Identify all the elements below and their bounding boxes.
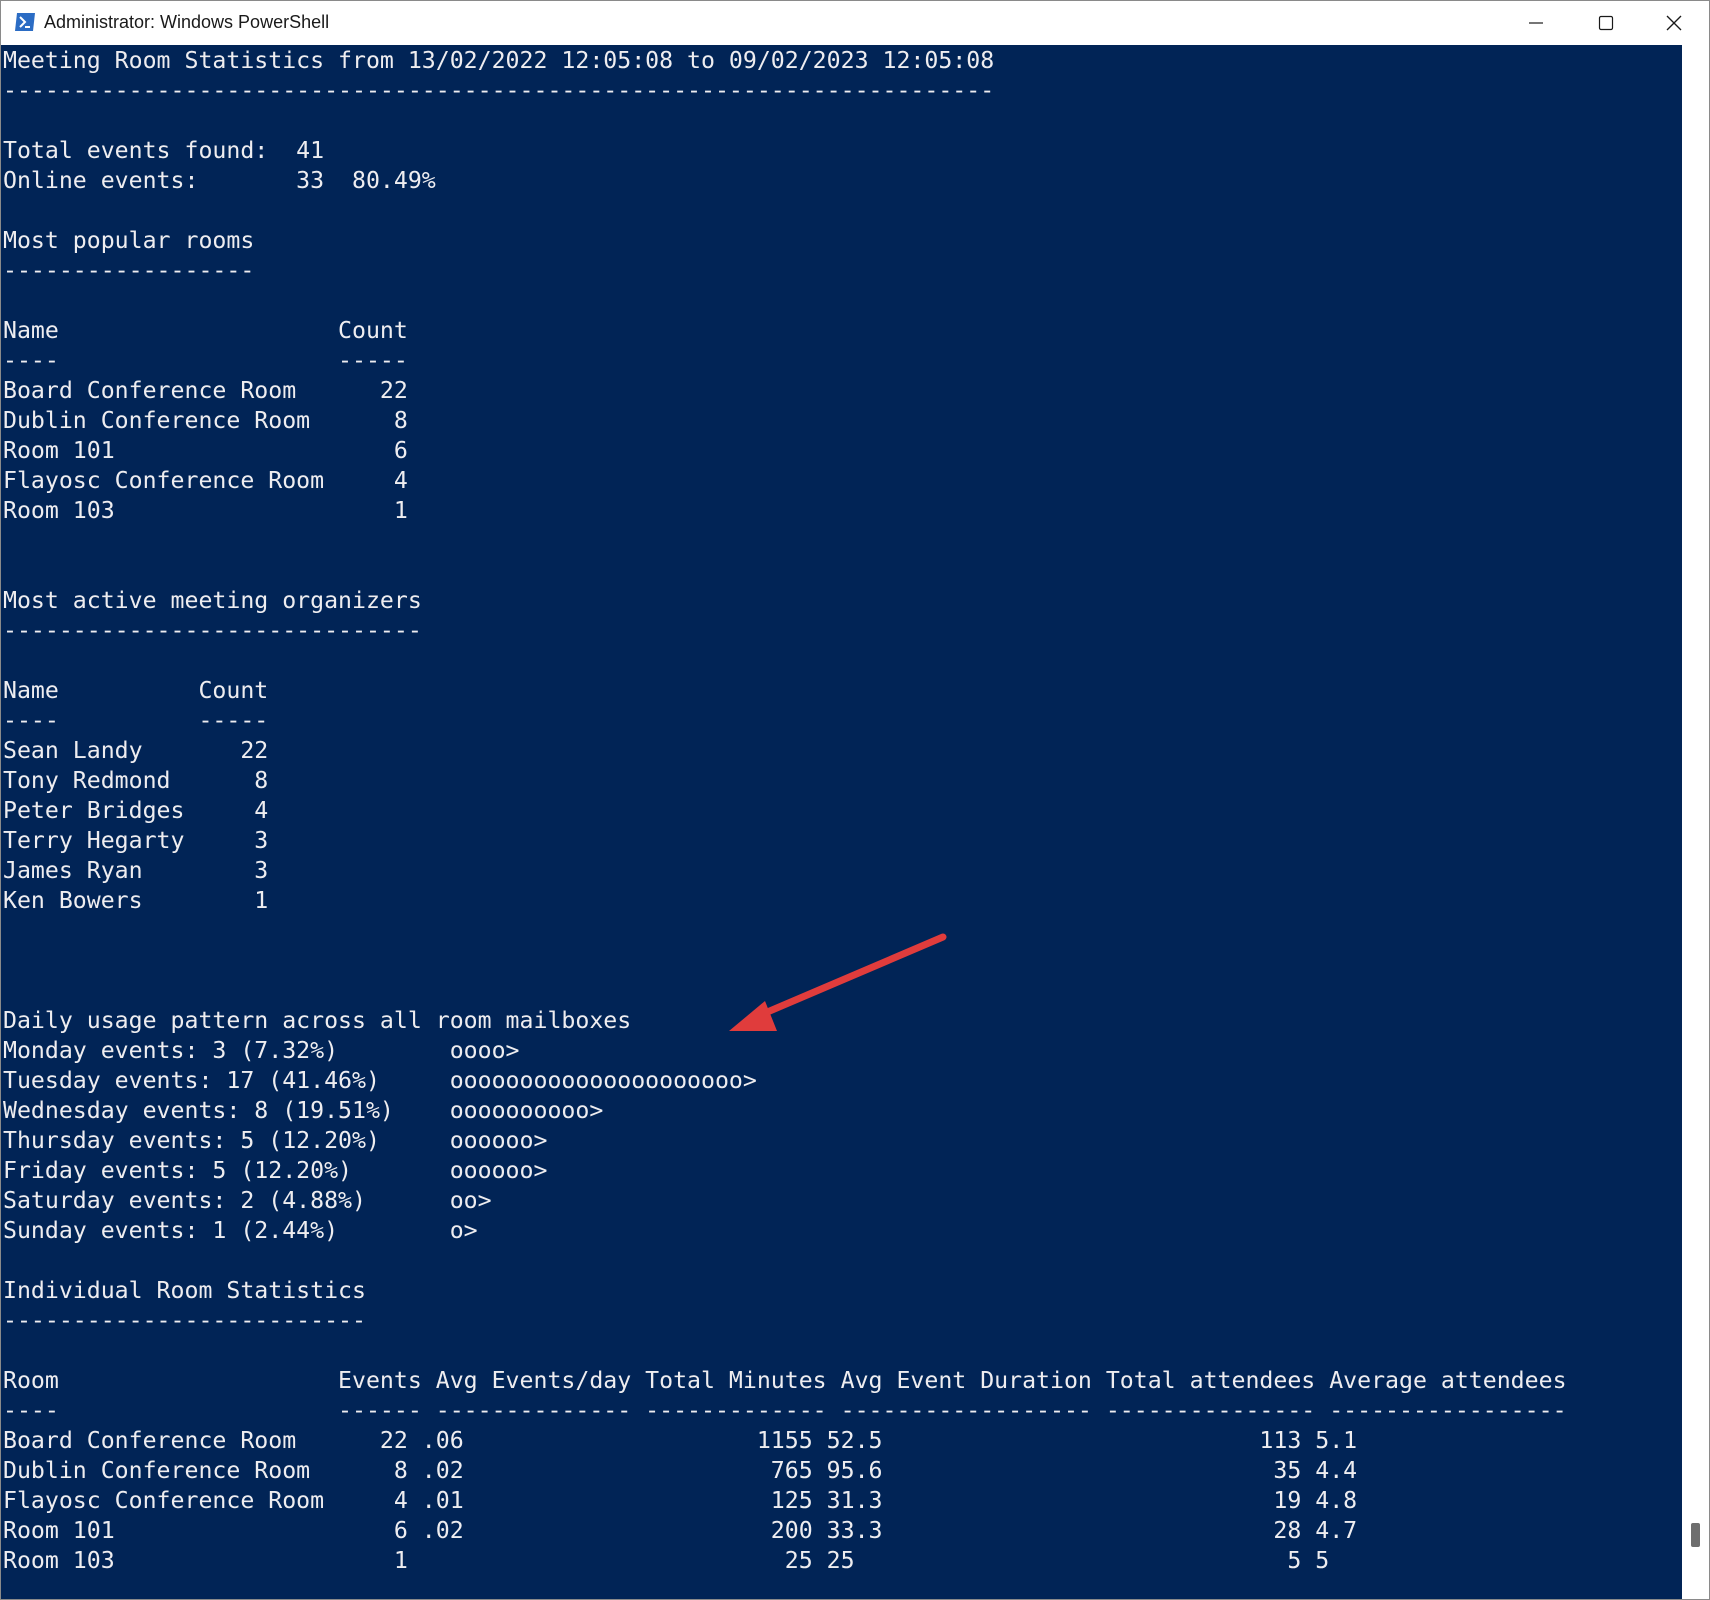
console-line: Name Count [3,317,408,344]
title-bar[interactable]: Administrator: Windows PowerShell [1,1,1709,45]
console-line: Name Count [3,677,269,704]
console-line: Most popular rooms [3,227,255,254]
console-line: Room Events Avg Events/day Total Minutes… [3,1367,1567,1394]
console-line: Peter Bridges 4 [3,797,269,824]
console-line: Board Conference Room 22 [3,377,408,404]
close-icon [1666,15,1682,31]
powershell-window: Administrator: Windows PowerShell Meetin… [0,0,1710,1600]
console-line: Room 101 6 .02 200 33.3 28 4.7 [3,1517,1358,1544]
console-line: ----------------------------------------… [3,77,995,104]
console-line: Dublin Conference Room 8 .02 765 95.6 35… [3,1457,1358,1484]
console-line: Total events found: 41 [3,137,325,164]
console-line: Tony Redmond 8 [3,767,269,794]
maximize-button[interactable] [1571,1,1641,45]
console-line: Saturday events: 2 (4.88%) oo> [3,1187,492,1214]
console-line: Meeting Room Statistics from 13/02/2022 … [3,47,995,74]
console-line: Sean Landy 22 [3,737,269,764]
powershell-icon [14,12,36,32]
console-line: Online events: 33 80.49% [3,167,436,194]
console-line: Wednesday events: 8 (19.51%) oooooooooo> [3,1097,604,1124]
console-text: Meeting Room Statistics from 13/02/2022 … [3,46,1567,1576]
console-line: Terry Hegarty 3 [3,827,269,854]
console-line: -------------------------- [3,1307,366,1334]
console-line: Thursday events: 5 (12.20%) oooooo> [3,1127,548,1154]
console-line: Flayosc Conference Room 4 [3,467,408,494]
window-title: Administrator: Windows PowerShell [44,12,330,32]
red-arrow-icon [729,933,947,1031]
console-line: Ken Bowers 1 [3,887,269,914]
minimize-icon [1529,22,1543,24]
console-line: Individual Room Statistics [3,1277,366,1304]
console-line: ---- ----- [3,347,408,374]
console-line: Room 103 1 [3,497,408,524]
console-output[interactable]: Meeting Room Statistics from 13/02/2022 … [1,45,1682,1599]
maximize-icon [1598,15,1614,31]
console-line: Sunday events: 1 (2.44%) o> [3,1217,478,1244]
console-line: Room 101 6 [3,437,408,464]
console-line: Room 103 1 25 25 5 5 [3,1547,1330,1574]
console-line: Tuesday events: 17 (41.46%) oooooooooooo… [3,1067,757,1094]
console-line: James Ryan 3 [3,857,269,884]
console-line: Dublin Conference Room 8 [3,407,408,434]
console-line: ------------------ [3,257,255,284]
console-line: Most active meeting organizers [3,587,422,614]
console-line: ---- ----- [3,707,269,734]
console-line: Board Conference Room 22 .06 1155 52.5 1… [3,1427,1358,1454]
console-line: Flayosc Conference Room 4 .01 125 31.3 1… [3,1487,1358,1514]
vertical-scrollbar[interactable] [1682,45,1709,1599]
console-line: ------------------------------ [3,617,422,644]
scrollbar-thumb[interactable] [1691,1523,1700,1547]
console-line: Friday events: 5 (12.20%) oooooo> [3,1157,548,1184]
minimize-button[interactable] [1501,1,1571,45]
close-button[interactable] [1639,1,1709,45]
console-line: ---- ------ -------------- -------------… [3,1397,1567,1424]
